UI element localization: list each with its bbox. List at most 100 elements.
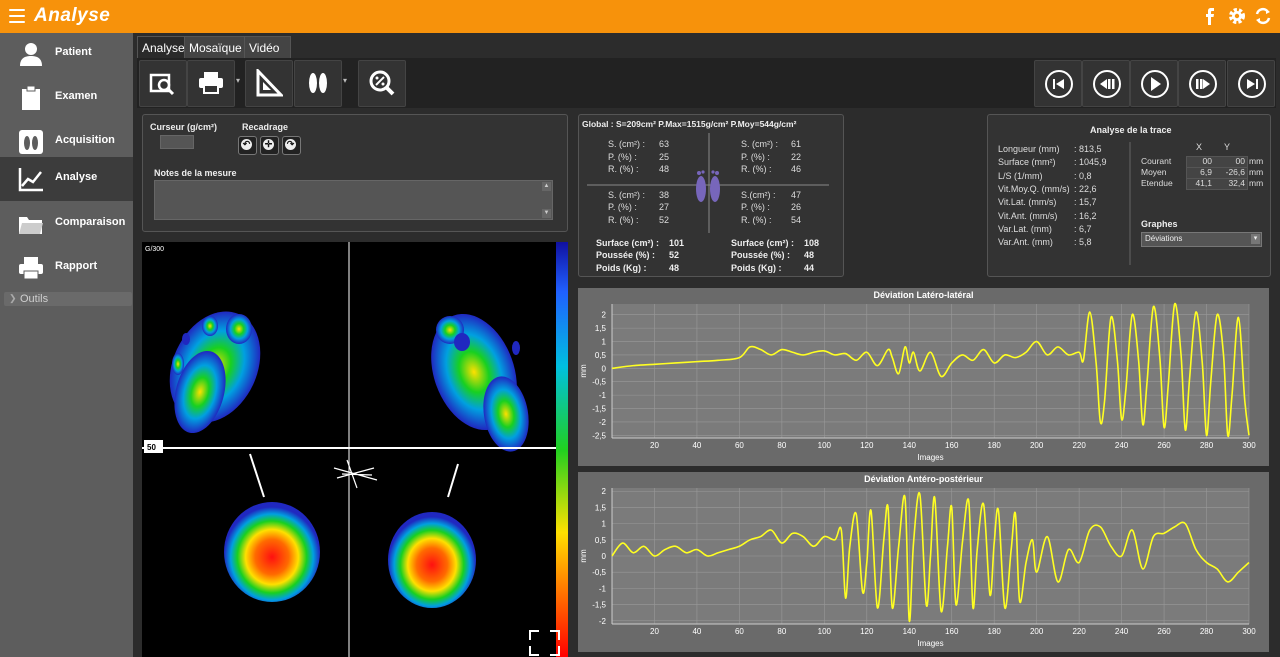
right-foot-print: [388, 313, 529, 608]
x-tick-label: 100: [818, 627, 832, 636]
y-tick-label: 0: [602, 552, 607, 561]
tab-analyse[interactable]: Analyse: [137, 36, 190, 59]
chart-antero-plot: 20 40 60 80 100 120 140 160 180 200 220 240 260 280 30…: [579, 487, 1256, 648]
refresh-icon[interactable]: [1253, 6, 1273, 26]
graphs-label: Graphes: [1141, 219, 1178, 229]
q2-s-label: S. (cm²) :: [741, 139, 778, 149]
rotate-right-button[interactable]: ↷: [282, 136, 301, 155]
rotate-left-button[interactable]: ↶: [238, 136, 257, 155]
xy-row-x: 6,9: [1200, 167, 1212, 177]
q4-s-value: 47: [791, 190, 802, 200]
y-tick-label: -1,5: [592, 405, 606, 414]
q4-r-label: R. (%) :: [741, 215, 772, 225]
tab-mosaique[interactable]: Mosaïque: [184, 36, 246, 59]
step-back-button[interactable]: [1082, 60, 1130, 107]
q1-s-value: 63: [659, 139, 670, 149]
print-button[interactable]: [187, 60, 235, 107]
q3-s-value: 38: [659, 190, 670, 200]
y-tick-label: -0,5: [592, 378, 606, 387]
chart-lateral: Déviation Latéro-latéral 20 40 60 80 100 120 1…: [578, 288, 1269, 466]
x-tick-label: 300: [1242, 627, 1256, 636]
sidebar-item-label: Patient: [55, 46, 92, 58]
pressure-map[interactable]: 50 G/300: [142, 242, 568, 657]
y-axis-label: mm: [579, 364, 588, 378]
recenter-button[interactable]: ✛: [260, 136, 279, 155]
sidebar-item-rapport[interactable]: Rapport: [0, 247, 133, 289]
xy-row-label: Moyen: [1141, 167, 1167, 177]
sidebar: Patient Examen Acquisition Analyse Compa…: [0, 33, 133, 657]
y-tick-label: -2: [599, 617, 607, 626]
move-icon: ✛: [263, 139, 274, 150]
x-tick-label: 140: [903, 627, 917, 636]
x-tick-label: 200: [1030, 627, 1044, 636]
chart-antero: Déviation Antéro-postérieur 20 40 60 80 100 1…: [578, 472, 1269, 652]
x-tick-label: 240: [1115, 441, 1129, 450]
x-axis-label: Images: [917, 639, 943, 648]
pressure-map-canvas: 50 G/300: [142, 242, 568, 657]
x-tick-label: 220: [1072, 627, 1086, 636]
x-tick-label: 180: [988, 627, 1002, 636]
sidebar-tools-section[interactable]: ❯ Outils: [4, 292, 132, 306]
step-forward-button[interactable]: [1178, 60, 1226, 107]
facebook-icon[interactable]: [1199, 6, 1219, 26]
left-foot-print: [169, 311, 320, 602]
sidebar-item-examen[interactable]: Examen: [0, 77, 133, 119]
graphs-select[interactable]: Déviations ▾: [1141, 232, 1262, 247]
print-dropdown-icon[interactable]: ▾: [236, 76, 242, 90]
cursor-value-text: 50: [147, 443, 156, 452]
skip-first-button[interactable]: [1034, 60, 1082, 107]
x-tick-label: 20: [650, 441, 659, 450]
feet-view-button[interactable]: [294, 60, 342, 107]
gear-icon[interactable]: [1227, 6, 1247, 26]
right-poids-label: Poids (Kg) :: [731, 263, 782, 273]
fullscreen-icon[interactable]: [529, 630, 560, 656]
y-tick-label: -1: [599, 584, 607, 593]
q1-r-label: R. (%) :: [608, 164, 639, 174]
feet-dropdown-icon[interactable]: ▾: [343, 76, 349, 90]
tab-video[interactable]: Vidéo: [244, 36, 291, 59]
cursor-notes-panel: Curseur (g/cm²) Recadrage ↶ ✛ ↷ Notes de…: [142, 114, 568, 232]
sidebar-item-label: Acquisition: [55, 134, 115, 146]
hamburger-menu-icon[interactable]: [9, 9, 25, 23]
skip-last-button[interactable]: [1227, 60, 1275, 107]
x-tick-label: 220: [1072, 441, 1086, 450]
x-tick-label: 60: [735, 627, 744, 636]
q4-p-label: P. (%) :: [741, 202, 770, 212]
x-tick-label: 80: [777, 441, 786, 450]
step-forward-icon: [1189, 70, 1217, 98]
y-tick-label: 0,5: [595, 351, 607, 360]
x-tick-label: 100: [818, 441, 832, 450]
y-tick-label: -2,5: [592, 431, 606, 440]
set-square-icon: [256, 69, 283, 97]
printer-icon: [19, 257, 43, 280]
graphs-selected-value: Déviations: [1145, 234, 1183, 243]
measure-button[interactable]: [245, 60, 293, 107]
zoom-percent-button[interactable]: [358, 60, 406, 107]
q1-r-value: 48: [659, 164, 670, 174]
q2-s-value: 61: [791, 139, 802, 149]
scroll-down-icon[interactable]: ▼: [542, 209, 551, 218]
x-tick-label: 240: [1115, 627, 1129, 636]
q1-s-label: S. (cm²) :: [608, 139, 645, 149]
cursor-value-field[interactable]: [160, 135, 194, 149]
y-tick-label: 1,5: [595, 324, 607, 333]
chevron-right-icon: ❯: [9, 293, 17, 303]
sidebar-item-analyse[interactable]: Analyse: [0, 157, 133, 201]
notes-textarea[interactable]: ▲ ▼: [154, 180, 553, 220]
cursor-label: Curseur (g/cm²): [150, 122, 218, 132]
trace-divider: [1129, 142, 1131, 265]
feet-icon: [19, 130, 43, 154]
y-tick-label: 1,5: [595, 503, 607, 512]
sidebar-item-patient[interactable]: Patient: [0, 33, 133, 75]
x-tick-label: 160: [945, 441, 959, 450]
play-button[interactable]: [1130, 60, 1178, 107]
xy-row-y: 00: [1235, 156, 1245, 166]
global-stats-panel: Global : S=209cm² P.Max=1515g/cm² P.Moy=…: [578, 114, 844, 277]
y-tick-label: 0: [602, 364, 607, 373]
q4-p-value: 26: [791, 202, 802, 212]
scroll-up-icon[interactable]: ▲: [542, 182, 551, 191]
y-tick-label: 1: [602, 520, 607, 529]
zoom-image-button[interactable]: [139, 60, 187, 107]
toolbar: ▾ ▾: [137, 58, 1276, 108]
sidebar-item-comparaison[interactable]: Comparaison: [0, 203, 133, 245]
